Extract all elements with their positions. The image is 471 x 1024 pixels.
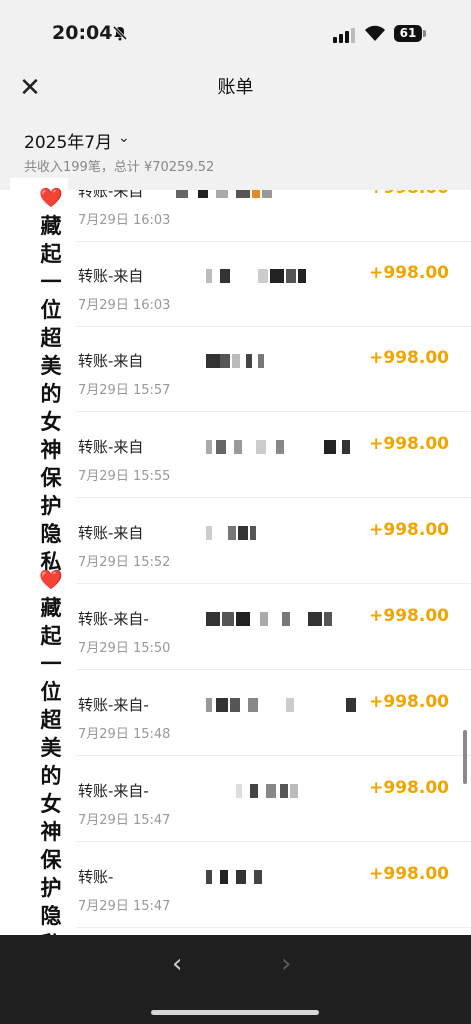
wifi-icon bbox=[365, 25, 385, 41]
home-indicator[interactable] bbox=[151, 1010, 319, 1015]
transaction-row[interactable]: 转账- 7月29日 15:47 +998.00 bbox=[76, 842, 471, 928]
page-title: 账单 bbox=[217, 77, 254, 98]
back-arrow-icon[interactable]: ‹ bbox=[172, 949, 182, 979]
chevron-down-icon[interactable]: ⌄ bbox=[118, 130, 130, 146]
transaction-amount: +998.00 bbox=[369, 190, 449, 198]
transaction-amount: +998.00 bbox=[369, 520, 449, 540]
transaction-row[interactable]: 转账-来自- 7月29日 15:48 +998.00 bbox=[76, 670, 471, 756]
transaction-amount: +998.00 bbox=[369, 692, 449, 712]
transaction-row[interactable]: 转账-来自- 7月29日 15:50 +998.00 bbox=[76, 584, 471, 670]
redacted-name bbox=[206, 354, 286, 368]
scrollbar[interactable] bbox=[463, 730, 467, 784]
redacted-name bbox=[206, 440, 356, 454]
mute-bell-icon bbox=[112, 25, 128, 41]
redacted-name bbox=[206, 612, 346, 626]
redacted-name bbox=[176, 190, 296, 198]
redacted-name bbox=[206, 870, 276, 884]
transaction-title: 转账-来自- bbox=[78, 782, 149, 800]
redacted-name bbox=[206, 526, 266, 540]
transaction-title: 转账-来自 bbox=[78, 524, 144, 542]
transaction-amount: +998.00 bbox=[369, 864, 449, 884]
transaction-date: 7月29日 16:03 bbox=[78, 298, 171, 313]
bottom-nav-bar: ‹ › bbox=[0, 935, 471, 1024]
transaction-title: 转账-来自 bbox=[78, 352, 144, 370]
redacted-name bbox=[236, 784, 306, 798]
transaction-date: 7月29日 15:47 bbox=[78, 813, 171, 828]
transaction-amount: +998.00 bbox=[369, 263, 449, 283]
redacted-name bbox=[206, 698, 366, 712]
nav-bar: ✕ 账单 bbox=[0, 66, 471, 108]
transaction-date: 7月29日 16:03 bbox=[78, 213, 171, 228]
transaction-amount: +998.00 bbox=[369, 778, 449, 798]
heart-icon: ❤️ bbox=[39, 569, 63, 591]
month-summary: 2025年7月 ⌄ 共收入199笔，总计 ¥70259.52 bbox=[0, 108, 471, 190]
month-selector[interactable]: 2025年7月 bbox=[24, 128, 112, 153]
watermark-text: ❤️ 藏起一位超美的女神保护隐私 bbox=[38, 566, 64, 958]
transaction-row[interactable]: 转账-来自 7月29日 15:57 +998.00 bbox=[76, 326, 471, 412]
transaction-row[interactable]: 转账-来自 7月29日 15:55 +998.00 bbox=[76, 412, 471, 498]
redacted-name bbox=[206, 269, 316, 283]
transaction-date: 7月29日 15:48 bbox=[78, 727, 171, 742]
income-total: 共收入199笔，总计 ¥70259.52 bbox=[24, 160, 215, 175]
transaction-row[interactable]: 转账-来自 7月29日 16:03 +998.00 bbox=[76, 241, 471, 327]
privacy-watermark: ❤️ 藏起一位超美的女神保护隐私 ❤️ 藏起一位超美的女神保护隐私 bbox=[10, 178, 68, 956]
transaction-amount: +998.00 bbox=[369, 348, 449, 368]
transaction-row[interactable]: 转账-来自 7月29日 15:52 +998.00 bbox=[76, 498, 471, 584]
watermark-text: ❤️ 藏起一位超美的女神保护隐私 bbox=[38, 184, 64, 576]
transaction-date: 7月29日 15:50 bbox=[78, 641, 171, 656]
transaction-title: 转账-来自 bbox=[78, 438, 144, 456]
transaction-title: 转账-来自- bbox=[78, 696, 149, 714]
transaction-title: 转账-来自- bbox=[78, 610, 149, 628]
transaction-list[interactable]: 转账-来自 7月29日 16:03 +998.00 转账-来自 7月29日 16… bbox=[0, 190, 471, 935]
status-bar: 20:04 61 bbox=[0, 0, 471, 66]
transaction-row[interactable]: 转账-来自- 7月29日 15:47 +998.00 bbox=[76, 756, 471, 842]
heart-icon: ❤️ bbox=[39, 187, 63, 209]
forward-arrow-icon[interactable]: › bbox=[281, 949, 291, 979]
transaction-title: 转账- bbox=[78, 868, 114, 886]
battery-icon: 61 bbox=[394, 25, 426, 42]
cellular-signal-icon bbox=[333, 27, 355, 43]
transaction-date: 7月29日 15:52 bbox=[78, 555, 171, 570]
transaction-title: 转账-来自 bbox=[78, 267, 144, 285]
transaction-date: 7月29日 15:47 bbox=[78, 899, 171, 914]
status-time: 20:04 bbox=[52, 22, 113, 44]
transaction-date: 7月29日 15:55 bbox=[78, 469, 171, 484]
transaction-amount: +998.00 bbox=[369, 606, 449, 626]
transaction-date: 7月29日 15:57 bbox=[78, 383, 171, 398]
transaction-row[interactable]: 转账-来自 7月29日 16:03 +998.00 bbox=[76, 190, 471, 242]
transaction-title: 转账-来自 bbox=[78, 190, 144, 200]
transaction-amount: +998.00 bbox=[369, 434, 449, 454]
